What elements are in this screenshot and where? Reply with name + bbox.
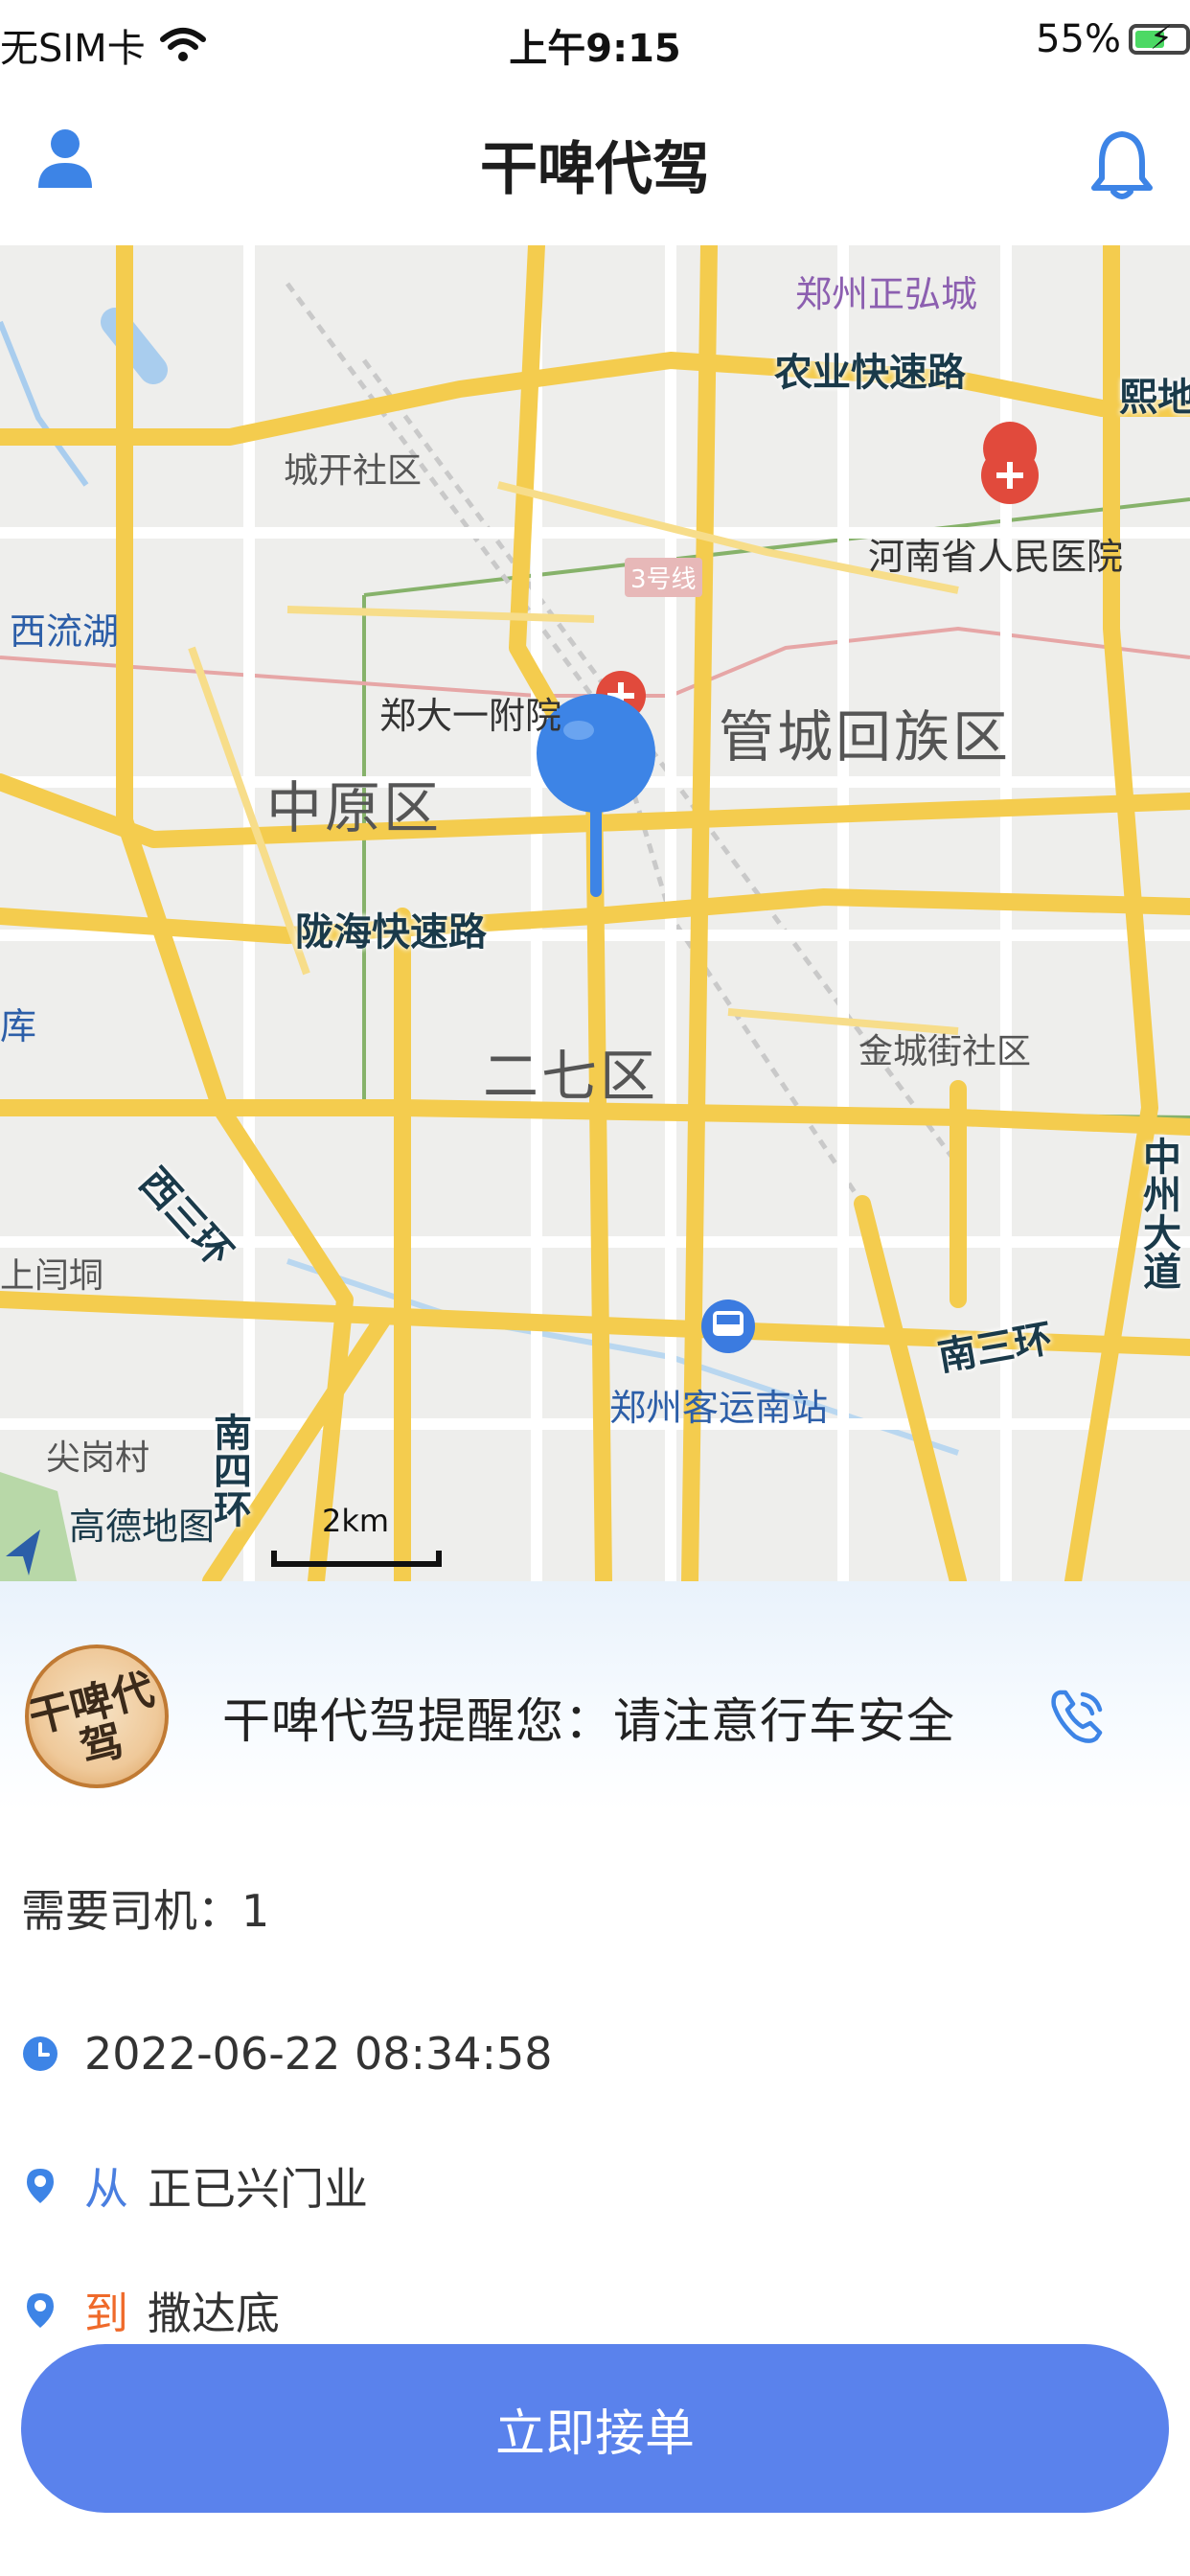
from-row: 从 正已兴门业: [21, 2154, 368, 2218]
map-label-metro: 3号线: [625, 558, 702, 597]
map-label-poi: 郑州正弘城: [795, 273, 978, 315]
map-canvas: [0, 245, 1190, 1581]
order-time: 2022-06-22 08:34:58: [84, 2028, 553, 2080]
map-label-place: 城开社区: [284, 451, 423, 491]
map-label-poi: 郑州客运南站: [609, 1387, 829, 1429]
hospital-pin-icon: [981, 422, 1039, 510]
map-label-road: 熙地: [1119, 376, 1190, 420]
battery-percent: 55%: [1036, 17, 1121, 61]
map-label-place: 库: [0, 1005, 37, 1047]
map-label-place: 尖岗村: [46, 1438, 150, 1478]
map-label-poi: 河南省人民医院: [868, 536, 1124, 578]
map-attribution: 高德地图: [69, 1506, 216, 1548]
accept-order-button[interactable]: 立即接单: [21, 2344, 1169, 2513]
to-address: 撒达底: [148, 2288, 280, 2339]
map-label-road: 农业快速路: [774, 351, 966, 395]
safety-reminder: 干啤代驾提醒您：请注意行车安全: [222, 1693, 955, 1749]
battery-indicator: 55% ⚡: [1036, 17, 1190, 61]
clock: 上午9:15: [509, 27, 681, 71]
brand-logo: 干啤代驾: [25, 1644, 169, 1788]
map-label-poi: 郑大一附院: [379, 695, 562, 737]
from-address: 正已兴门业: [148, 2163, 368, 2215]
location-marker-icon: [27, 2169, 54, 2203]
phone-call-icon[interactable]: [1046, 1685, 1110, 1748]
map-label-place: 西流湖: [10, 610, 120, 653]
map-label-road: 中州大道: [1136, 1137, 1180, 1290]
drivers-needed: 需要司机：1: [21, 1885, 270, 1937]
location-marker-icon: [27, 2293, 54, 2328]
to-label: 到: [84, 2288, 128, 2339]
from-label: 从: [84, 2163, 128, 2215]
page-title: 干啤代驾: [480, 136, 710, 203]
clock-icon: [23, 2036, 57, 2071]
map-label-district: 管城回族区: [719, 704, 1012, 770]
notification-bell-icon[interactable]: [1088, 128, 1156, 201]
map-scale-label: 2km: [322, 1503, 390, 1539]
map-label-district: 二七区: [483, 1044, 659, 1109]
map-label-district: 中原区: [266, 775, 443, 840]
battery-icon: ⚡: [1129, 22, 1190, 55]
map-label-place: 金城街社区: [858, 1032, 1032, 1071]
map-label-place: 上闫垌: [0, 1256, 104, 1296]
map-view[interactable]: 郑州正弘城 农业快速路 熙地 城开社区 河南省人民医院 3号线 西流湖 郑大一附…: [0, 245, 1190, 1581]
order-time-row: 2022-06-22 08:34:58: [21, 2028, 553, 2080]
logo-text: 干啤代驾: [25, 1665, 159, 1774]
map-label-road: 陇海快速路: [295, 910, 487, 954]
nav-bar: 干啤代驾: [0, 82, 1190, 245]
status-bar: 无SIM卡 上午9:15 55% ⚡: [0, 0, 1190, 82]
to-row: 到 撒达底: [21, 2279, 280, 2342]
